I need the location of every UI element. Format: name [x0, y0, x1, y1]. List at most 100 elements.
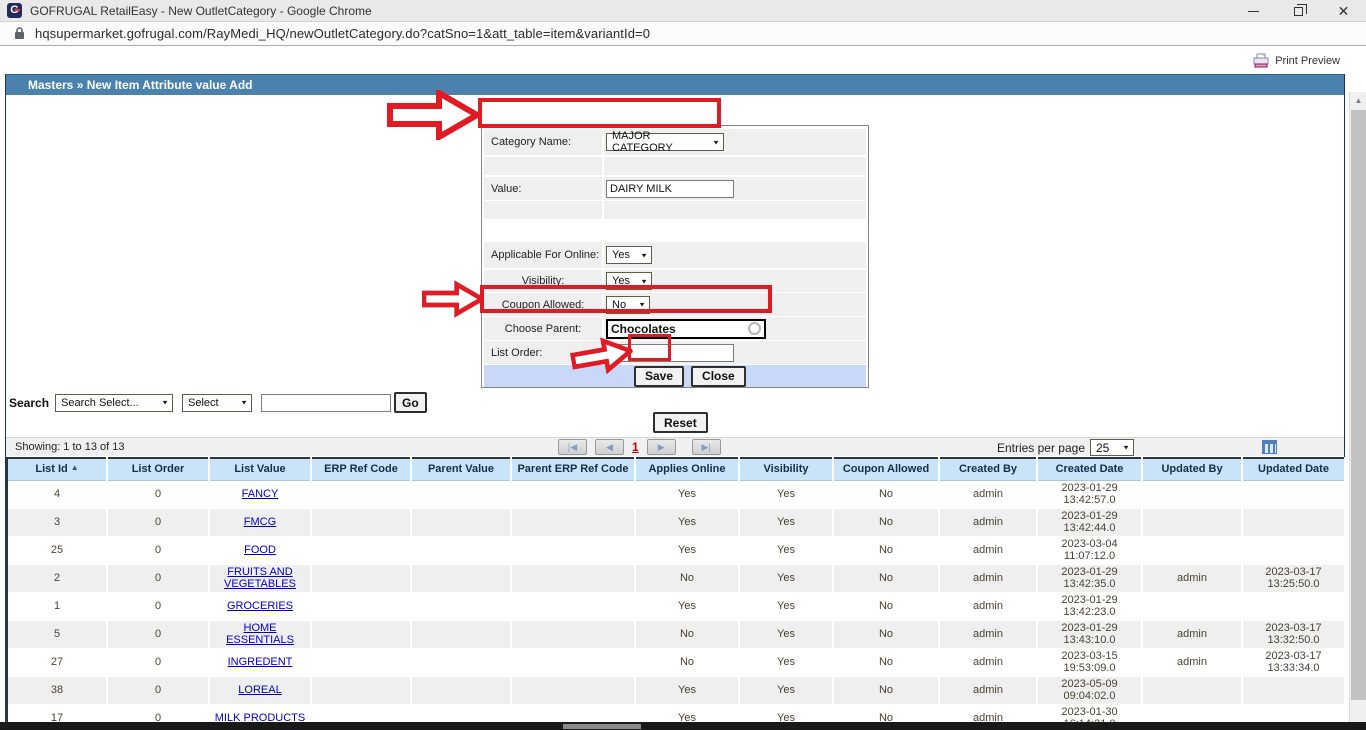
column-header[interactable]: Applies Online [635, 458, 739, 480]
pagination-bar: Showing: 1 to 13 of 13 |◀ ◀ 1 ▶ ▶| Entri… [6, 437, 1344, 456]
maximize-button[interactable] [1276, 0, 1321, 22]
value-label: Value: [484, 177, 602, 200]
vertical-scrollbar[interactable]: ▲ ▼ [1349, 92, 1366, 730]
table-cell: No [833, 648, 939, 676]
choose-parent-input[interactable] [606, 319, 766, 339]
table-header-row: List Id▲List OrderList ValueERP Ref Code… [7, 458, 1345, 480]
table-cell: 2 [7, 564, 107, 592]
next-page-button[interactable]: ▶ [647, 439, 676, 455]
table-cell: admin [939, 648, 1037, 676]
table-cell: 27 [7, 648, 107, 676]
table-cell: 0 [107, 508, 209, 536]
entries-per-page-label: Entries per page [997, 441, 1085, 455]
column-header[interactable]: List Value [209, 458, 311, 480]
column-header[interactable]: Parent ERP Ref Code [511, 458, 635, 480]
list-value-link[interactable]: GROCERIES [227, 600, 293, 612]
minimize-button[interactable] [1231, 0, 1276, 22]
chevron-down-icon: ▼ [638, 301, 646, 308]
list-value-link[interactable]: LOREAL [238, 684, 281, 696]
list-value-link[interactable]: FRUITS AND VEGETABLES [224, 566, 296, 590]
table-cell: Yes [739, 536, 833, 564]
go-button[interactable]: Go [394, 392, 427, 413]
loading-spinner-icon [748, 322, 761, 335]
close-button[interactable]: ✕ [1321, 0, 1366, 22]
last-page-button[interactable]: ▶| [692, 439, 721, 455]
next-page-icon: ▶ [658, 443, 665, 452]
search-operator-select[interactable]: Select ▼ [182, 394, 252, 412]
table-cell: 0 [107, 676, 209, 704]
url-text[interactable]: hqsupermarket.gofrugal.com/RayMedi_HQ/ne… [35, 26, 650, 41]
table-cell: 38 [7, 676, 107, 704]
table-cell [1142, 676, 1242, 704]
value-input[interactable] [606, 180, 734, 198]
list-value-link[interactable]: FOOD [244, 544, 276, 556]
table-body: 40FANCYYesYesNoadmin2023-01-29 13:42:57.… [7, 480, 1345, 730]
table-cell: Yes [635, 480, 739, 508]
column-header[interactable]: Created By [939, 458, 1037, 480]
column-header[interactable]: Created Date [1037, 458, 1142, 480]
column-header[interactable]: Updated By [1142, 458, 1242, 480]
table-cell: 2023-01-29 13:42:35.0 [1037, 564, 1142, 592]
list-value-link[interactable]: FMCG [244, 516, 276, 528]
column-header[interactable]: Parent Value [411, 458, 511, 480]
column-header[interactable]: Coupon Allowed [833, 458, 939, 480]
column-header[interactable]: Updated Date [1242, 458, 1345, 480]
choose-parent-label: Choose Parent: [484, 317, 602, 340]
search-input[interactable] [261, 394, 391, 412]
first-page-button[interactable]: |◀ [558, 439, 587, 455]
address-bar[interactable]: hqsupermarket.gofrugal.com/RayMedi_HQ/ne… [0, 22, 1366, 46]
scrollbar-thumb[interactable] [1351, 110, 1366, 700]
column-header[interactable]: List Order [107, 458, 209, 480]
column-header[interactable]: List Id▲ [7, 458, 107, 480]
close-form-button[interactable]: Close [691, 366, 746, 387]
page-number[interactable]: 1 [632, 440, 639, 454]
table-cell: 2023-03-15 19:53:09.0 [1037, 648, 1142, 676]
table-cell [311, 620, 411, 648]
list-order-input[interactable] [606, 344, 734, 362]
list-value-link[interactable]: HOME ESSENTIALS [226, 622, 294, 646]
scroll-up-icon[interactable]: ▲ [1350, 92, 1366, 109]
print-preview-button[interactable]: Print Preview [1253, 53, 1340, 68]
horizontal-scroll-thumb[interactable] [563, 724, 641, 729]
table-cell: 25 [7, 536, 107, 564]
list-value-link[interactable]: INGREDENT [228, 656, 293, 668]
entries-per-page-select[interactable]: 25 ▼ [1090, 439, 1134, 456]
table-cell: Yes [739, 480, 833, 508]
table-cell [411, 620, 511, 648]
table-cell: 0 [107, 648, 209, 676]
chevron-down-icon: ▼ [161, 399, 169, 406]
prev-page-button[interactable]: ◀ [595, 439, 624, 455]
table-cell [411, 536, 511, 564]
table-cell [1242, 480, 1345, 508]
browser-window: G GOFRUGAL RetailEasy - New OutletCatego… [0, 0, 1366, 730]
coupon-allowed-select[interactable]: No ▼ [606, 296, 650, 314]
minimize-icon [1248, 11, 1259, 12]
table-cell: admin [939, 508, 1037, 536]
save-button[interactable]: Save [634, 366, 684, 387]
reset-button[interactable]: Reset [653, 412, 708, 433]
table-cell: No [833, 564, 939, 592]
list-value-link[interactable]: FANCY [242, 488, 279, 500]
table-cell: admin [939, 536, 1037, 564]
search-bar: Search Search Select... ▼ Select ▼ Go [9, 392, 427, 413]
applicable-online-select[interactable]: Yes ▼ [606, 246, 652, 264]
showing-status: Showing: 1 to 13 of 13 [15, 441, 124, 453]
column-header[interactable]: ERP Ref Code [311, 458, 411, 480]
column-header[interactable]: Visibility [739, 458, 833, 480]
table-cell: admin [939, 480, 1037, 508]
table-row: 250FOODYesYesNoadmin2023-03-04 11:07:12.… [7, 536, 1345, 564]
table-cell [311, 480, 411, 508]
restore-icon [1294, 7, 1303, 16]
visibility-select[interactable]: Yes ▼ [606, 272, 652, 290]
table-cell: 0 [107, 536, 209, 564]
table-cell: admin [1142, 564, 1242, 592]
export-grid-icon[interactable] [1262, 440, 1277, 454]
table-cell: FRUITS AND VEGETABLES [209, 564, 311, 592]
category-name-select[interactable]: MAJOR CATEGORY ▼ [606, 133, 724, 151]
table-row: 50HOME ESSENTIALSNoYesNoadmin2023-01-29 … [7, 620, 1345, 648]
search-field-select[interactable]: Search Select... ▼ [55, 394, 173, 412]
chevron-down-icon: ▼ [240, 399, 248, 406]
table-cell [411, 648, 511, 676]
window-titlebar: G GOFRUGAL RetailEasy - New OutletCatego… [0, 0, 1366, 22]
table-cell: HOME ESSENTIALS [209, 620, 311, 648]
